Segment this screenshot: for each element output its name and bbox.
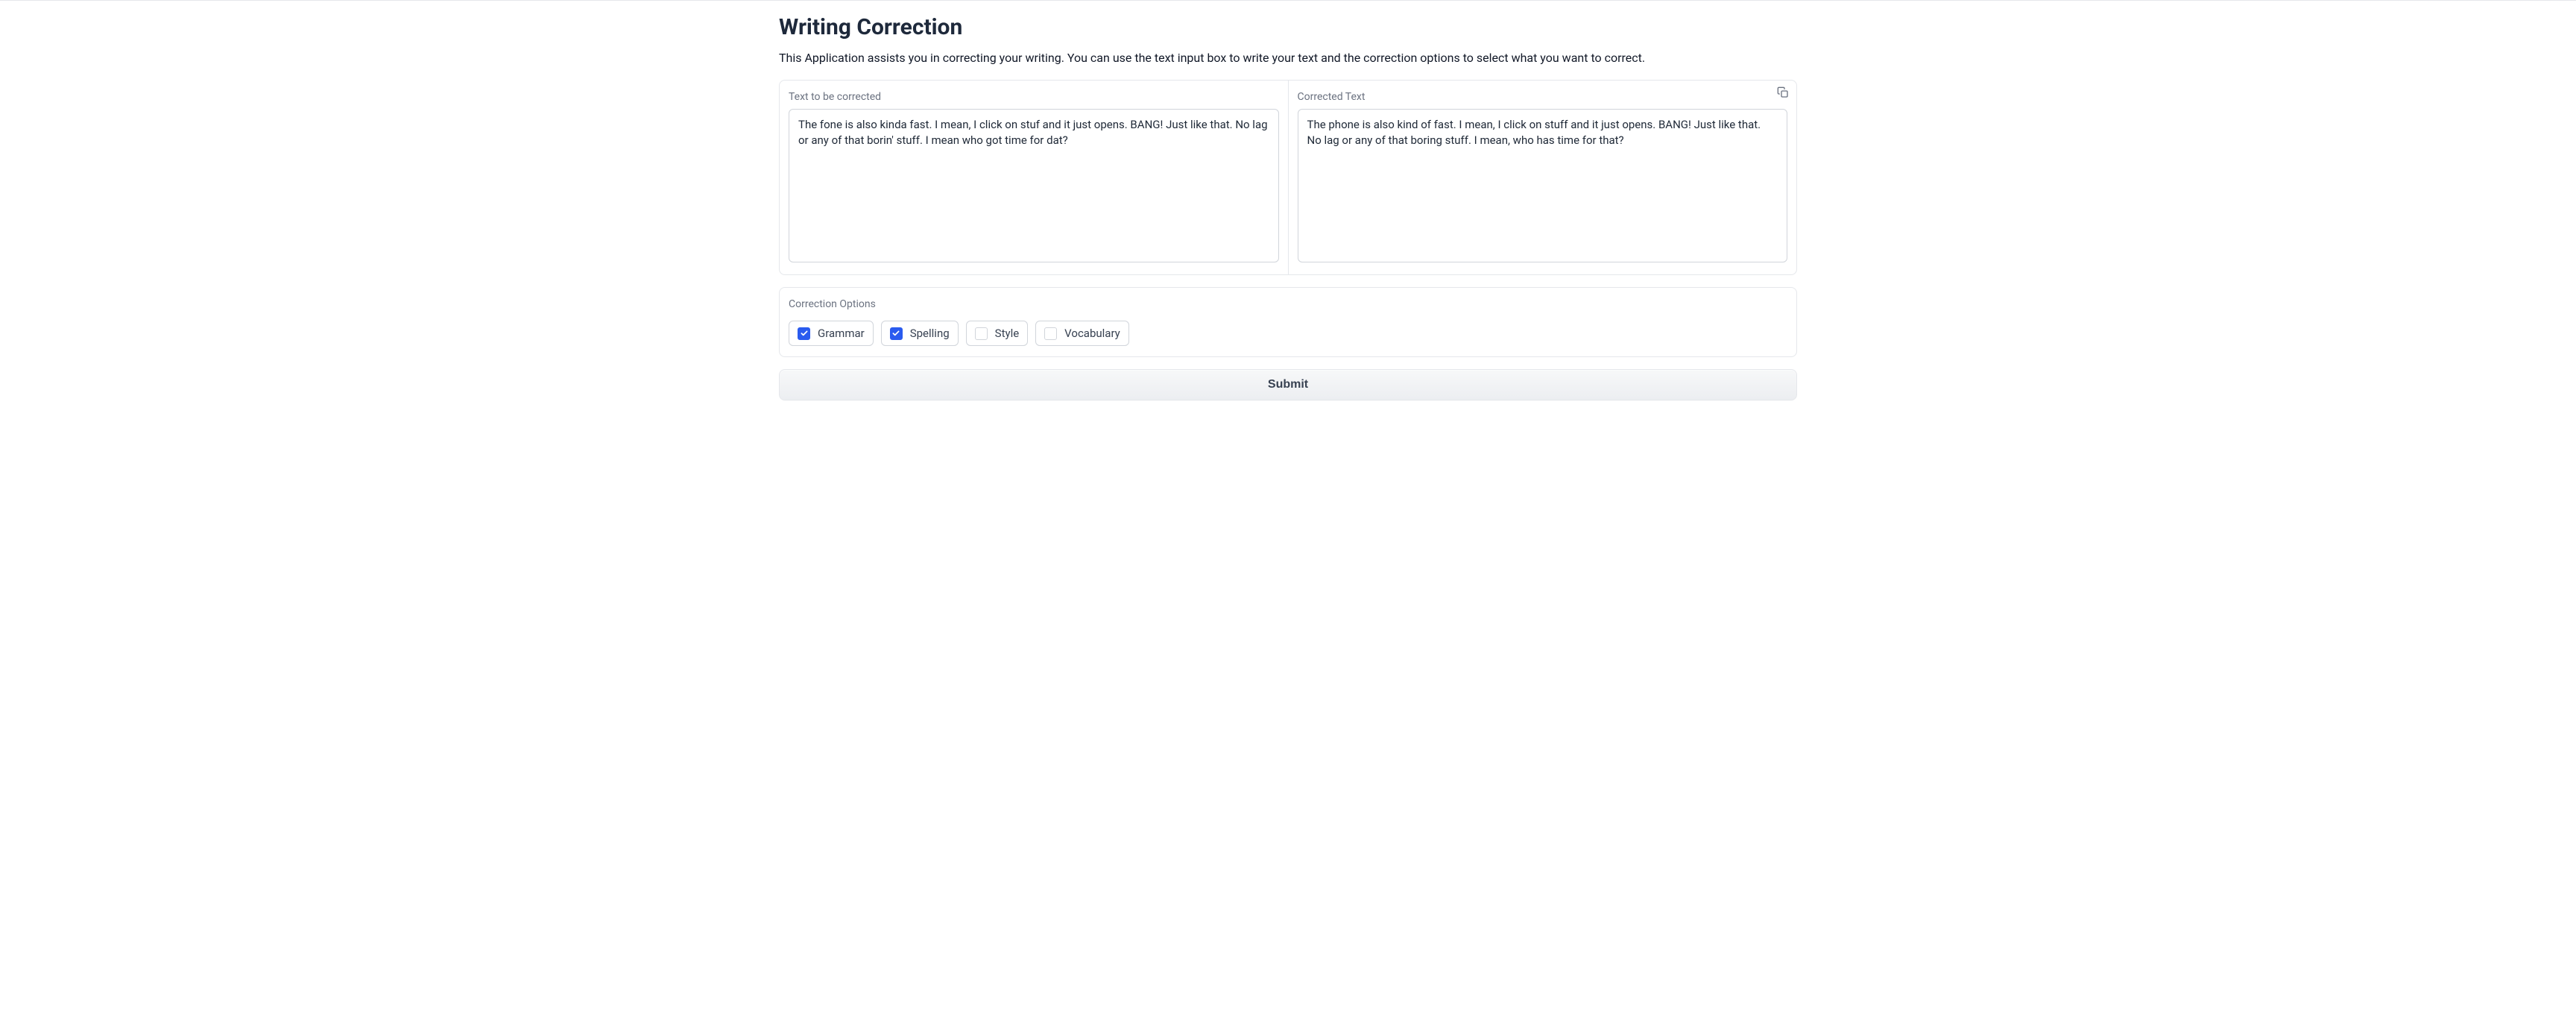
option-vocabulary-label: Vocabulary bbox=[1064, 327, 1120, 340]
correction-options-card: Correction Options Grammar Spelling Styl… bbox=[779, 287, 1797, 357]
input-textarea[interactable] bbox=[789, 109, 1279, 262]
io-panels: Text to be corrected Corrected Text The … bbox=[779, 80, 1797, 275]
option-grammar-label: Grammar bbox=[818, 327, 865, 340]
correction-options-row: Grammar Spelling Style Vocabulary bbox=[789, 321, 1787, 346]
submit-button[interactable]: Submit bbox=[779, 369, 1797, 400]
correction-options-label: Correction Options bbox=[789, 298, 1787, 310]
option-style[interactable]: Style bbox=[966, 321, 1029, 346]
input-panel-label: Text to be corrected bbox=[789, 91, 1279, 103]
page-title: Writing Correction bbox=[779, 14, 1797, 40]
page-description: This Application assists you in correcti… bbox=[779, 51, 1797, 65]
copy-icon[interactable] bbox=[1777, 86, 1789, 98]
option-grammar[interactable]: Grammar bbox=[789, 321, 874, 346]
option-vocabulary[interactable]: Vocabulary bbox=[1035, 321, 1129, 346]
option-spelling[interactable]: Spelling bbox=[881, 321, 959, 346]
input-panel: Text to be corrected bbox=[780, 81, 1288, 274]
checkbox-spelling[interactable] bbox=[890, 327, 903, 340]
output-panel: Corrected Text The phone is also kind of… bbox=[1288, 81, 1797, 274]
checkbox-grammar[interactable] bbox=[798, 327, 810, 340]
checkbox-vocabulary[interactable] bbox=[1044, 327, 1057, 340]
output-panel-label: Corrected Text bbox=[1298, 91, 1788, 103]
output-text: The phone is also kind of fast. I mean, … bbox=[1298, 109, 1788, 262]
option-style-label: Style bbox=[995, 327, 1020, 340]
option-spelling-label: Spelling bbox=[910, 327, 950, 340]
checkbox-style[interactable] bbox=[975, 327, 988, 340]
